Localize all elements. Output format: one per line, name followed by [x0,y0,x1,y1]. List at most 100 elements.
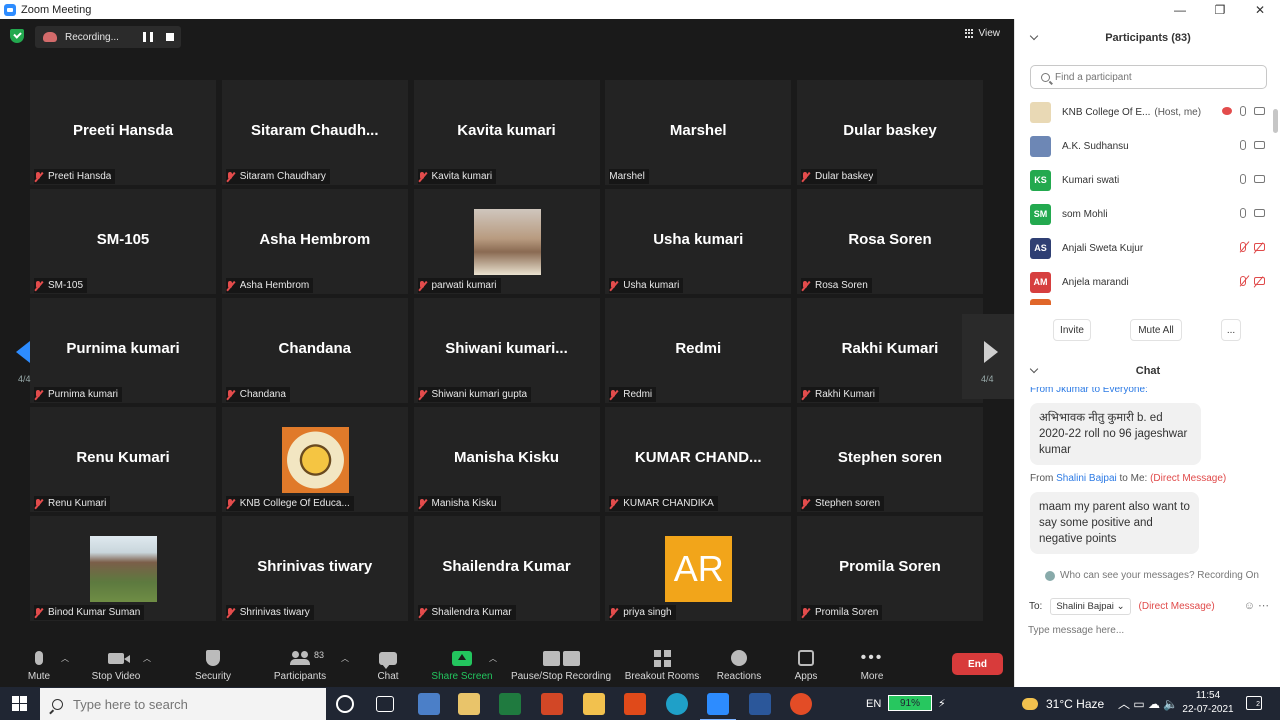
chat-button[interactable]: Chat [372,639,404,687]
video-off-icon[interactable] [1254,243,1265,251]
file-explorer-icon[interactable] [583,693,605,715]
video-tile[interactable]: Rosa Soren Rosa Soren [797,189,983,294]
taskbar-search-box[interactable] [40,688,326,720]
task-view-icon[interactable] [376,696,394,712]
participant-search-input[interactable] [1055,71,1255,83]
office-icon[interactable] [624,693,646,715]
video-tile[interactable]: Shrinivas tiwary Shrinivas tiwary [221,516,408,621]
video-tile[interactable]: SM-105 SM-105 [30,189,216,294]
video-tile[interactable]: Stephen soren Stephen soren [797,407,983,512]
word-icon[interactable] [749,693,771,715]
video-tile[interactable]: Manisha Kisku Manisha Kisku [413,407,600,512]
breakout-rooms-button[interactable]: Breakout Rooms [622,639,702,687]
minimize-button[interactable]: — [1160,0,1200,19]
video-tile[interactable]: Usha kumari Usha kumari [605,189,792,294]
microphone-icon[interactable] [1240,208,1246,218]
taskbar-search-input[interactable] [73,696,313,712]
video-camera-icon[interactable] [1254,107,1265,115]
video-tile[interactable]: Chandana Chandana [221,298,408,403]
video-off-icon[interactable] [1254,277,1265,285]
video-tile[interactable]: Purnima kumari Purnima kumari [30,298,216,403]
view-button[interactable]: View [964,28,1000,39]
stop-video-button[interactable]: Stop Video [88,639,144,687]
windows-start-icon[interactable] [12,696,27,711]
participant-row[interactable]: AS Anjali Sweta Kujur [1030,231,1265,265]
collapse-chevron-icon[interactable] [1029,31,1039,41]
recipient-dropdown[interactable]: Shalini Bajpai ⌄ [1050,597,1131,615]
end-meeting-button[interactable]: End [952,653,1003,675]
video-camera-icon[interactable] [1254,175,1265,183]
maximize-button[interactable]: ❐ [1200,0,1240,19]
reactions-button[interactable]: Reactions [714,639,764,687]
video-tile[interactable]: Shailendra Kumar Shailendra Kumar [413,516,600,621]
store-icon[interactable] [458,693,480,715]
battery-indicator[interactable]: 91% [888,695,932,711]
edge-icon[interactable] [666,693,688,715]
participant-row[interactable]: KNB College Of E... (Host, me) [1030,95,1265,129]
video-camera-icon[interactable] [1254,141,1265,149]
system-tray-icons[interactable]: ︿ ▭ ☁ 🔈 [1118,687,1178,720]
pause-recording-icon[interactable] [143,32,153,42]
video-tile[interactable]: KUMAR CHAND... KUMAR CHANDIKA [605,407,792,512]
mute-all-button[interactable]: Mute All [1130,319,1182,341]
participant-row[interactable]: AM Anjela marandi [1030,265,1265,299]
participant-row[interactable]: SM som Mohli [1030,197,1265,231]
invite-button[interactable]: Invite [1053,319,1091,341]
video-options-caret[interactable]: ︿ [143,653,151,664]
audio-options-caret[interactable]: ︿ [61,653,69,664]
previous-page-button[interactable]: 4/4 [0,314,48,399]
app-icon[interactable] [418,693,440,715]
chrome-icon[interactable] [790,693,812,715]
participant-row[interactable]: A.K. Sudhansu [1030,129,1265,163]
encryption-shield-icon[interactable] [10,29,24,43]
video-tile[interactable]: parwati kumari [413,189,600,294]
microphone-icon[interactable] [1240,174,1246,184]
more-button[interactable]: ••• More [855,639,889,687]
stop-recording-icon[interactable] [166,33,174,41]
excel-icon[interactable] [499,693,521,715]
sender-name[interactable]: Shalini Bajpai [1056,473,1117,484]
video-tile[interactable]: Redmi Redmi [605,298,792,403]
powerpoint-icon[interactable] [541,693,563,715]
video-camera-icon[interactable] [1254,209,1265,217]
video-tile[interactable]: KNB College Of Educa... [221,407,408,512]
emoji-and-more-icon[interactable]: ☺ ⋯ [1244,599,1269,612]
video-tile[interactable]: Sitaram Chaudh... Sitaram Chaudhary [221,80,408,185]
participant-list-scrollbar[interactable] [1273,109,1278,133]
video-tile[interactable]: Marshel Marshel [605,80,792,185]
weather-widget[interactable]: 31°C Haze [1022,687,1104,720]
video-tile[interactable]: Rakhi Kumari Rakhi Kumari [797,298,983,403]
next-page-button[interactable]: 4/4 [962,314,1014,399]
microphone-icon[interactable] [1240,106,1246,116]
system-clock[interactable]: 11:54 22-07-2021 [1178,689,1238,717]
video-tile[interactable]: Shiwani kumari... Shiwani kumari gupta [413,298,600,403]
muted-mic-icon[interactable] [1240,276,1246,286]
share-options-caret[interactable]: ︿ [489,653,497,664]
zoom-taskbar-icon[interactable] [700,693,736,720]
video-tile[interactable]: Dular baskey Dular baskey [797,80,983,185]
mute-button[interactable]: Mute [22,639,56,687]
language-indicator[interactable]: EN [866,687,881,720]
share-screen-button[interactable]: Share Screen [430,639,494,687]
muted-mic-icon[interactable] [1240,242,1246,252]
notification-center-icon[interactable]: 2 [1246,696,1262,710]
video-tile[interactable]: Kavita kumari Kavita kumari [413,80,600,185]
video-tile[interactable]: Renu Kumari Renu Kumari [30,407,216,512]
security-button[interactable]: Security [192,639,234,687]
participants-button[interactable]: Participants [270,639,330,687]
video-tile[interactable]: Preeti Hansda Preeti Hansda [30,80,216,185]
video-tile[interactable]: AR priya singh [605,516,792,621]
pause-stop-recording-button[interactable]: Pause/Stop Recording [508,639,614,687]
who-can-see-link[interactable]: Who can see your messages? Recording On [1045,570,1259,581]
video-tile[interactable]: Asha Hembrom Asha Hembrom [221,189,408,294]
participant-search-box[interactable] [1030,65,1267,89]
cortana-icon[interactable] [336,695,354,713]
apps-button[interactable]: Apps [790,639,822,687]
participant-row[interactable]: KS Kumari swati [1030,163,1265,197]
collapse-chevron-icon[interactable] [1029,364,1039,374]
participants-options-caret[interactable]: ︿ [341,653,349,664]
video-tile[interactable]: Promila Soren Promila Soren [797,516,983,621]
video-tile[interactable]: Binod Kumar Suman [30,516,216,621]
participants-more-button[interactable]: ... [1221,319,1241,341]
chat-message-input[interactable] [1028,621,1268,639]
